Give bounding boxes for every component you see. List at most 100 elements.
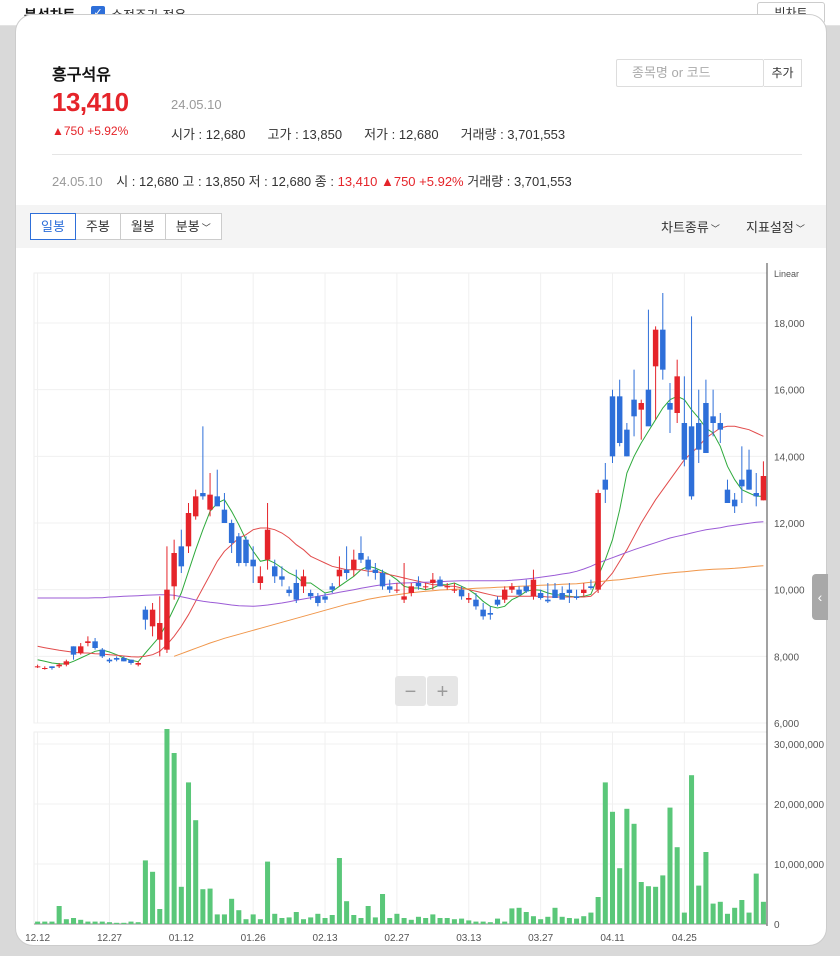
volume-bar [523,912,529,924]
x-tick-label: 01.12 [169,933,194,944]
volume-bar [257,919,263,924]
volume-bar [545,916,551,924]
candlestick-chart[interactable]: 12.12 12.27 01.12 01.26 02.13 02.27 03.13 03.27… [16,248,827,946]
candle-body [171,553,177,587]
open-price: 시가 : 12,680 [171,127,246,142]
summary-open: 시 : 12,680 [116,174,179,189]
summary-close: 13,410 [337,174,378,189]
candle-body [56,664,62,667]
scale-label: Linear [774,269,799,279]
candle-body [236,536,242,563]
volume-bar [444,918,450,924]
volume-bar [451,919,457,924]
candle-body [264,529,271,560]
candle-body [221,509,228,523]
candle-body [99,649,106,657]
volume-bar [624,808,630,924]
candle-body [192,496,199,517]
tab-daily[interactable]: 일봉 [30,213,76,240]
candle-body [746,469,752,490]
volume-bar [494,918,501,924]
volume-bar [466,920,472,924]
volume-bar [71,918,77,924]
volume-bar [437,918,443,924]
volume-bar [602,782,608,924]
summary-change: ▲750 +5.92% [380,174,464,189]
x-tick-label: 03.13 [456,933,481,944]
volume-bar [293,912,299,924]
candle-body [250,559,256,567]
chart-type-dropdown[interactable]: 차트종류 ﹀ [661,217,720,236]
volume-bar [279,918,285,924]
price-date: 24.05.10 [171,97,222,112]
candle-body [444,586,450,588]
candle-body [458,589,465,597]
volume-bar [380,894,386,924]
candle-body [365,559,371,570]
volume-bar [92,921,98,924]
volume-bar [689,775,695,924]
candle-body [430,579,436,583]
volume-bar [185,782,192,924]
candle-body [293,583,300,600]
x-tick-label: 03.27 [528,933,553,944]
volume-bar [703,852,709,924]
candle-body [92,641,98,648]
volume-bar [42,921,48,924]
candle-body [451,589,458,591]
volume-bar [114,922,120,924]
x-tick-label: 04.25 [672,933,697,944]
candle-body [63,661,70,665]
volume-bar [63,919,69,924]
candle-body [358,553,364,560]
candle-body [552,589,558,598]
candle-body [487,613,494,615]
summary-row: 24.05.10 시 : 12,680 고 : 13,850 저 : 12,68… [52,171,572,190]
volume-bar [430,914,436,924]
candle-body [200,493,206,497]
price-tick-label: 14,000 [774,452,805,463]
candle-body [307,593,314,597]
x-tick-label: 12.27 [97,933,122,944]
add-stock-button[interactable]: 추가 [764,59,802,87]
candle-body [85,641,91,643]
collapse-panel-handle[interactable]: ‹ [812,574,828,620]
candle-body [157,623,163,640]
candle-body [343,569,350,573]
volume-bar [739,900,745,924]
volume-bar [387,918,393,924]
volume-bar [653,886,659,924]
volume-bar [351,915,357,924]
volume-bar [221,914,227,924]
price-tick-label: 12,000 [774,519,805,530]
stock-search-input[interactable]: 종목명 or 코드 [616,59,764,87]
tab-minute-label: 분봉 [175,219,200,234]
candle-body [473,599,479,607]
candle-body [329,586,335,590]
volume-bar [530,916,536,924]
candle-body [34,666,41,668]
tab-monthly[interactable]: 월봉 [119,213,166,240]
tab-minute[interactable]: 분봉 ﹀ [164,213,222,240]
volume-bar [645,886,651,924]
x-tick-label: 04.11 [600,933,625,944]
price-change: ▲750 +5.92% [52,124,129,138]
high-price: 고가 : 13,850 [267,127,343,142]
volume-bar [710,903,716,924]
candle-body [537,593,544,598]
indicator-settings-dropdown[interactable]: 지표설정 ﹀ [746,217,805,236]
candle-body [351,559,357,570]
summary-close-label: 종 : [314,174,338,189]
period-tabs: 일봉 주봉 월봉 분봉 ﹀ [30,213,222,240]
candle-body [372,569,379,573]
candle-body [185,513,192,547]
price-tick-label: 10,000 [774,586,805,597]
volume-tick-label: 10,000,000 [774,860,824,871]
summary-date: 24.05.10 [52,174,103,189]
tab-weekly[interactable]: 주봉 [74,213,121,240]
chart-toolbar: 일봉 주봉 월봉 분봉 ﹀ 차트종류 ﹀ 지표설정 ﹀ [16,205,826,248]
candle-body [49,666,55,668]
indicator-settings-label: 지표설정 [746,220,794,235]
volume-bar [559,916,565,924]
x-tick-label: 02.13 [313,933,338,944]
